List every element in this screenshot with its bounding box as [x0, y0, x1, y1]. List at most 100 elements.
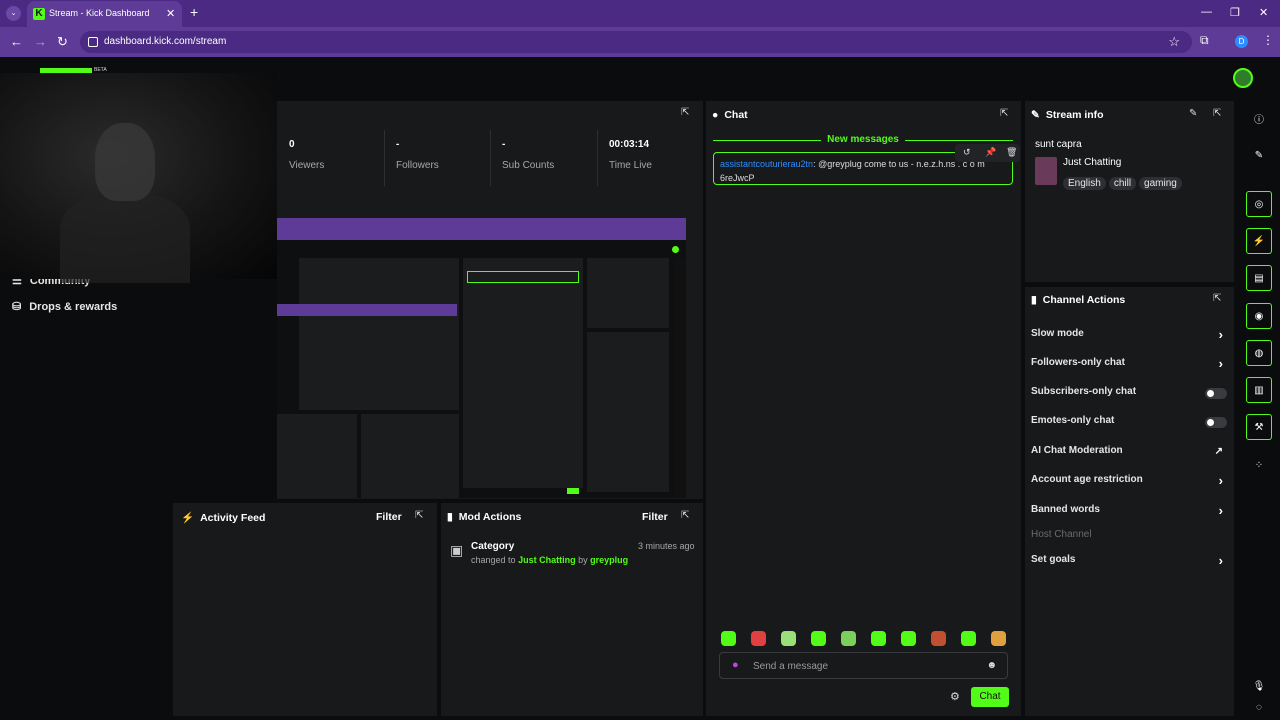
- mod-entry-category-link[interactable]: Just Chatting: [518, 555, 576, 565]
- more-apps-icon[interactable]: ⁘: [1246, 452, 1272, 478]
- stream-video-preview[interactable]: [277, 218, 686, 498]
- layout-icon[interactable]: ▥: [1246, 377, 1272, 403]
- emote-icon[interactable]: [991, 631, 1006, 646]
- ai-moderation-row[interactable]: AI Chat Moderation ↗: [1031, 445, 1229, 461]
- user-avatar[interactable]: [1233, 68, 1253, 88]
- clipboard-icon[interactable]: ▤: [1246, 265, 1272, 291]
- chat-bubble-icon[interactable]: ◉: [1246, 303, 1272, 329]
- site-info-icon[interactable]: [88, 37, 98, 47]
- emote-icon[interactable]: [871, 631, 886, 646]
- chat-username[interactable]: assistantcouturierau2tn: [720, 159, 813, 169]
- emotes-only-toggle[interactable]: [1205, 417, 1227, 428]
- stat-timelive-value: 00:03:14: [609, 139, 650, 150]
- emoji-icon[interactable]: ☻: [986, 660, 997, 671]
- maximize-icon[interactable]: ❐: [1230, 6, 1240, 19]
- reload-icon[interactable]: ↻: [57, 34, 68, 50]
- lightning-icon: ⚡: [181, 512, 195, 524]
- tag-pill: gaming: [1139, 177, 1182, 190]
- account-age-row[interactable]: Account age restriction ›: [1031, 473, 1229, 490]
- pin-icon[interactable]: 📌: [985, 147, 996, 158]
- window-close-icon[interactable]: ✕: [1259, 6, 1268, 19]
- browser-tab[interactable]: K Stream - Kick Dashboard ✕: [27, 1, 182, 27]
- stat-timelive-label: Time Live: [609, 160, 652, 171]
- followers-only-row[interactable]: Followers-only chat ›: [1031, 356, 1229, 373]
- shield-icon: ▮: [447, 511, 453, 523]
- chat-settings-gear-icon[interactable]: ⚙: [950, 690, 960, 703]
- emote-icon[interactable]: [781, 631, 796, 646]
- tag-pill: English: [1063, 177, 1106, 190]
- slow-mode-row[interactable]: Slow mode ›: [1031, 327, 1229, 344]
- activity-feed-panel: ⚡ Activity Feed Filter ⇱: [173, 503, 437, 716]
- stat-viewers-value: 0: [289, 139, 295, 150]
- chat-panel: ● Chat ⇱: [706, 101, 1021, 716]
- back-arrow-icon[interactable]: ←: [10, 34, 23, 49]
- extensions-icon[interactable]: ⧉: [1200, 33, 1209, 48]
- mod-actions-filter-button[interactable]: Filter: [642, 511, 668, 523]
- lightning-icon[interactable]: ⚡: [1246, 228, 1272, 254]
- popout-icon[interactable]: ⇱: [1213, 108, 1221, 119]
- stat-subs-value: -: [502, 139, 506, 150]
- new-tab-icon[interactable]: +: [190, 4, 198, 20]
- help-icon[interactable]: ◌: [1246, 697, 1272, 717]
- emote-icon[interactable]: [751, 631, 766, 646]
- stat-followers-label: Followers: [396, 160, 439, 171]
- emote-icon[interactable]: [931, 631, 946, 646]
- popout-icon[interactable]: ⇱: [415, 510, 423, 521]
- chat-bubble-icon: ●: [712, 109, 719, 121]
- popout-icon[interactable]: ⇱: [681, 107, 689, 118]
- row-label: Subscribers-only chat: [1031, 386, 1137, 397]
- broadcast-icon[interactable]: ◍: [1246, 340, 1272, 366]
- popout-icon[interactable]: ⇱: [681, 510, 689, 521]
- info-icon[interactable]: ⓘ: [1246, 105, 1272, 131]
- microphone-icon[interactable]: 🎙: [1246, 676, 1272, 696]
- sidebar-item-drops-rewards[interactable]: ⛁ Drops & rewards: [12, 300, 118, 314]
- chevron-right-icon: ›: [1218, 553, 1223, 568]
- stream-info-title: ✎ Stream info: [1031, 109, 1104, 121]
- bookmark-star-icon[interactable]: ☆: [1168, 34, 1180, 50]
- chat-send-button[interactable]: Chat: [971, 687, 1009, 707]
- browser-tab-strip: ⌄ K Stream - Kick Dashboard ✕ + — ❐ ✕: [0, 0, 1280, 27]
- address-input[interactable]: dashboard.kick.com/stream ☆: [80, 31, 1192, 53]
- chat-title-text: Chat: [724, 109, 748, 121]
- edit-pencil-icon[interactable]: ✎: [1189, 108, 1197, 119]
- minimize-icon[interactable]: —: [1201, 6, 1212, 18]
- set-goals-row[interactable]: Set goals ›: [1031, 553, 1229, 570]
- url-text: dashboard.kick.com/stream: [104, 36, 227, 47]
- subscribers-only-toggle[interactable]: [1205, 388, 1227, 399]
- popout-icon[interactable]: ⇱: [1213, 293, 1221, 304]
- channel-actions-title: ▮ Channel Actions: [1031, 294, 1125, 306]
- emote-icon[interactable]: [841, 631, 856, 646]
- tab-search-chevron-icon[interactable]: ⌄: [6, 6, 21, 21]
- emote-icon[interactable]: [811, 631, 826, 646]
- screenshot-icon[interactable]: ◎: [1246, 191, 1272, 217]
- emote-icon[interactable]: [721, 631, 736, 646]
- mod-entry-by: by: [578, 555, 588, 565]
- mod-entry-user-link[interactable]: greyplug: [590, 555, 628, 565]
- chevron-right-icon: ›: [1218, 473, 1223, 488]
- banned-words-row[interactable]: Banned words ›: [1031, 503, 1229, 520]
- mod-actions-title-text: Mod Actions: [458, 511, 522, 523]
- chat-message-input[interactable]: ● Send a message ☻: [719, 652, 1008, 679]
- edit-pencil-icon[interactable]: ✎: [1246, 142, 1272, 168]
- tab-close-icon[interactable]: ✕: [166, 7, 175, 20]
- emote-icon[interactable]: [901, 631, 916, 646]
- browser-menu-icon[interactable]: ⋮: [1262, 33, 1274, 47]
- emote-icon[interactable]: [961, 631, 976, 646]
- chat-input-placeholder: Send a message: [753, 661, 829, 672]
- chevron-right-icon: ›: [1218, 356, 1223, 371]
- stat-viewers-label: Viewers: [289, 160, 325, 171]
- timeout-icon[interactable]: ↺: [963, 147, 971, 158]
- profile-avatar[interactable]: D: [1235, 35, 1248, 48]
- delete-icon[interactable]: 🗑: [1006, 147, 1017, 158]
- wrench-icon[interactable]: ⚒: [1246, 414, 1272, 440]
- forward-arrow-icon[interactable]: →: [34, 34, 47, 49]
- popout-icon[interactable]: ⇱: [1000, 108, 1008, 119]
- activity-feed-filter-button[interactable]: Filter: [376, 511, 402, 523]
- stat-divider: [490, 130, 491, 186]
- row-label: Banned words: [1031, 504, 1100, 515]
- channel-actions-panel: ▮ Channel Actions ⇱: [1025, 287, 1234, 716]
- stat-divider: [597, 130, 598, 186]
- stat-subs-label: Sub Counts: [502, 160, 555, 171]
- sidebar-item-label: Drops & rewards: [29, 300, 118, 313]
- microphone-icon[interactable]: ●: [732, 659, 739, 671]
